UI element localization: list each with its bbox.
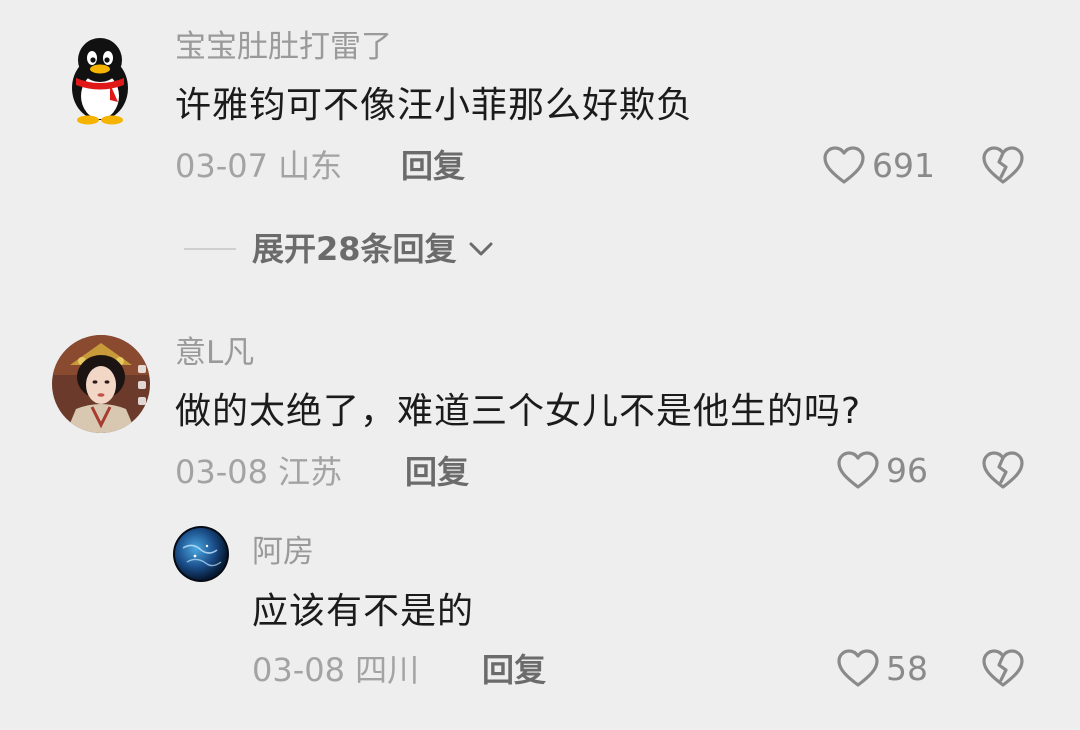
comment-text: 做的太绝了，难道三个女儿不是他生的吗? <box>175 391 862 432</box>
expand-replies-button[interactable]: 展开28条回复 <box>184 226 497 272</box>
divider-line <box>184 248 236 250</box>
qq-penguin-icon <box>72 38 128 125</box>
user-avatar[interactable] <box>52 335 150 433</box>
like-count: 691 <box>872 146 935 185</box>
comment-username[interactable]: 意L凡 <box>175 333 254 373</box>
user-avatar[interactable] <box>173 526 229 582</box>
like-button[interactable]: 58 <box>836 647 928 691</box>
broken-heart-icon <box>982 146 1024 184</box>
dislike-button[interactable] <box>981 649 1025 693</box>
reply-button[interactable]: 回复 <box>405 452 469 492</box>
heart-outline-icon <box>837 649 879 687</box>
comment-date-location: 03-08 江苏 <box>175 453 343 491</box>
comment-date-location: 03-07 山东 <box>175 147 343 185</box>
comment-date-location: 03-08 四川 <box>252 651 420 689</box>
comment-username[interactable]: 宝宝肚肚打雷了 <box>175 27 392 67</box>
reply-button[interactable]: 回复 <box>482 650 546 690</box>
broken-heart-icon <box>982 649 1024 687</box>
heart-outline-icon <box>823 146 865 184</box>
comment-text: 许雅钧可不像汪小菲那么好欺负 <box>175 85 694 126</box>
user-avatar[interactable] <box>60 34 140 126</box>
earth-globe-icon <box>173 526 229 582</box>
expand-replies-label: 展开28条回复 <box>252 230 457 268</box>
portrait-photo-icon <box>52 335 150 433</box>
like-count: 58 <box>886 649 928 688</box>
broken-heart-icon <box>982 451 1024 489</box>
reply-button[interactable]: 回复 <box>401 146 465 186</box>
comment-username[interactable]: 阿房 <box>252 532 314 572</box>
chevron-down-icon <box>469 242 493 256</box>
comment-text: 应该有不是的 <box>252 591 475 632</box>
like-count: 96 <box>886 451 928 490</box>
dislike-button[interactable] <box>981 146 1025 190</box>
heart-outline-icon <box>837 451 879 489</box>
dislike-button[interactable] <box>981 451 1025 495</box>
like-button[interactable]: 691 <box>822 144 935 188</box>
like-button[interactable]: 96 <box>836 449 928 493</box>
